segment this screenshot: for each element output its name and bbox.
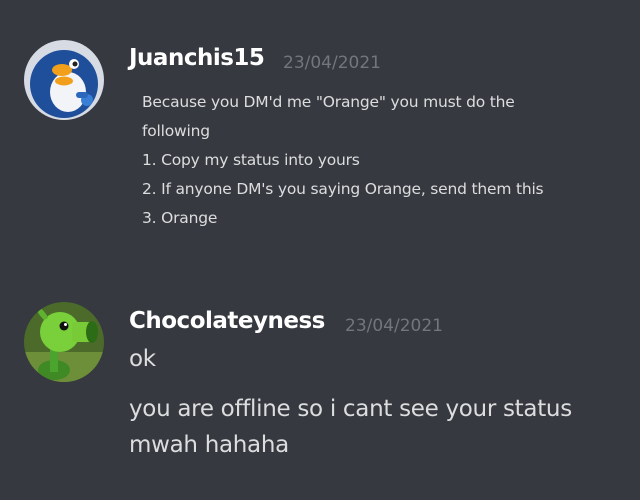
message-author[interactable]: Juanchis15 [129, 45, 265, 71]
message-timestamp: 23/04/2021 [283, 53, 381, 73]
message-line: Because you DM'd me "Orange" you must do… [142, 93, 515, 111]
message-timestamp: 23/04/2021 [345, 316, 443, 336]
message-line: you are offline so i cant see your statu… [129, 396, 572, 422]
message-group: Juanchis15 23/04/2021 Because you DM'd m… [0, 0, 640, 260]
message-line: mwah hahaha [129, 432, 289, 458]
peashooter-avatar-icon[interactable] [24, 302, 104, 382]
message-line: 3. Orange [142, 209, 218, 227]
penguin-avatar-icon[interactable] [24, 40, 104, 120]
message-line: ok [129, 346, 156, 372]
message-group: Chocolateyness 23/04/2021 ok you are off… [0, 290, 640, 500]
message-author[interactable]: Chocolateyness [129, 308, 325, 334]
message-line: following [142, 122, 210, 140]
message-line: 1. Copy my status into yours [142, 151, 360, 169]
message-line: 2. If anyone DM's you saying Orange, sen… [142, 180, 544, 198]
